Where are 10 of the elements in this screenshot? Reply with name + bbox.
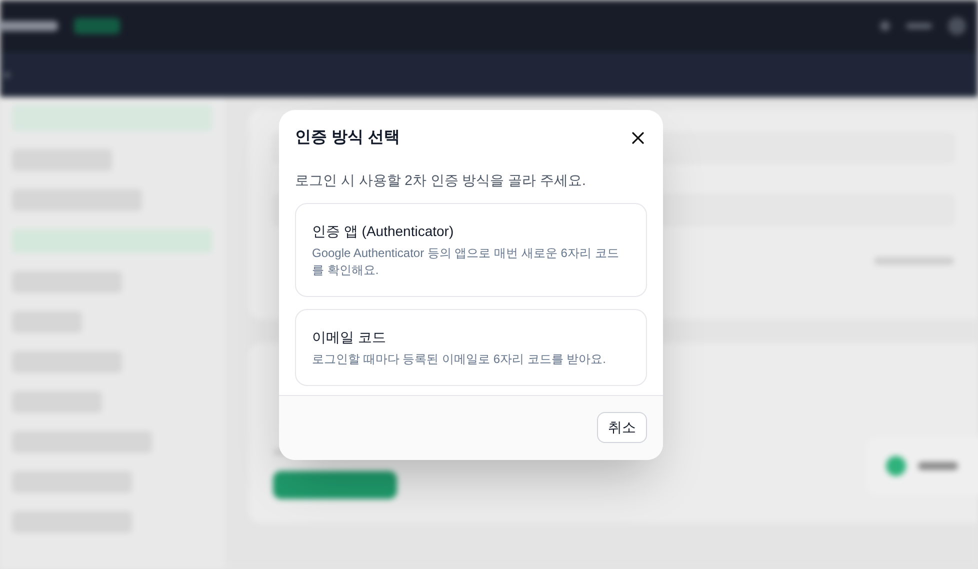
option-title: 인증 앱 (Authenticator): [312, 222, 455, 241]
dialog-description: 로그인 시 사용할 2차 인증 방식을 골라 주세요.: [295, 171, 587, 190]
close-icon[interactable]: [632, 132, 644, 144]
option-title: 이메일 코드: [312, 328, 387, 347]
option-card[interactable]: 인증 앱 (Authenticator) Google Authenticator 등의 앱으로 매번 새로운 6자리 코드를 확인해요.: [295, 203, 647, 297]
cancel-button[interactable]: 취소: [597, 412, 647, 442]
dialog-title: 인증 방식 선택: [295, 128, 400, 148]
option-description: Google Authenticator 등의 앱으로 매번 새로운 6자리 코드를 확인해요.: [312, 245, 620, 279]
option-card[interactable]: 이메일 코드 로그인할 때마다 등록된 이메일로 6자리 코드를 받아요.: [295, 309, 647, 386]
option-description: 로그인할 때마다 등록된 이메일로 6자리 코드를 받아요.: [312, 351, 608, 368]
